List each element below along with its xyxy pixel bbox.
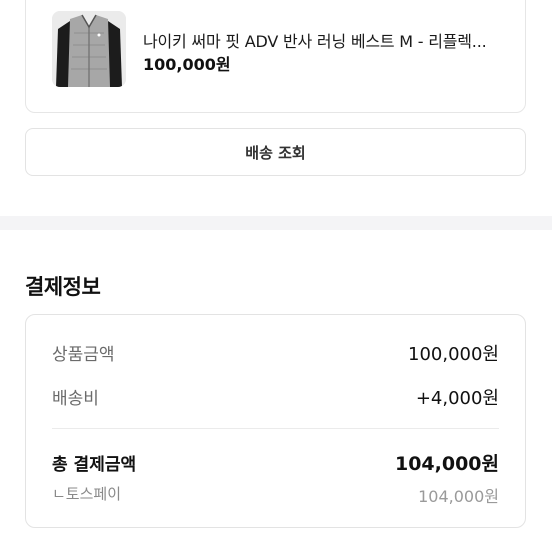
shipping-fee-value: +4,000원 [415, 388, 499, 409]
product-price: 100,000원 [143, 55, 231, 74]
track-shipment-button[interactable]: 배송 조회 [25, 128, 526, 176]
payment-info-title: 결제정보 [25, 275, 101, 299]
product-thumbnail[interactable] [52, 11, 126, 87]
payment-divider [52, 428, 499, 429]
product-name[interactable]: 나이키 써마 핏 ADV 반사 러닝 베스트 M - 리플렉... [143, 28, 503, 52]
total-amount-label: 총 결제금액 [52, 455, 137, 475]
total-amount-value: 104,000원 [394, 453, 499, 475]
payment-method-label: ㄴ토스페이 [52, 485, 122, 503]
shipping-fee-label: 배송비 [52, 389, 99, 409]
payment-method-value: 104,000원 [418, 487, 499, 506]
vest-image [52, 11, 126, 87]
product-amount-value: 100,000원 [408, 344, 499, 365]
section-divider [0, 216, 552, 230]
product-amount-label: 상품금액 [52, 345, 115, 365]
